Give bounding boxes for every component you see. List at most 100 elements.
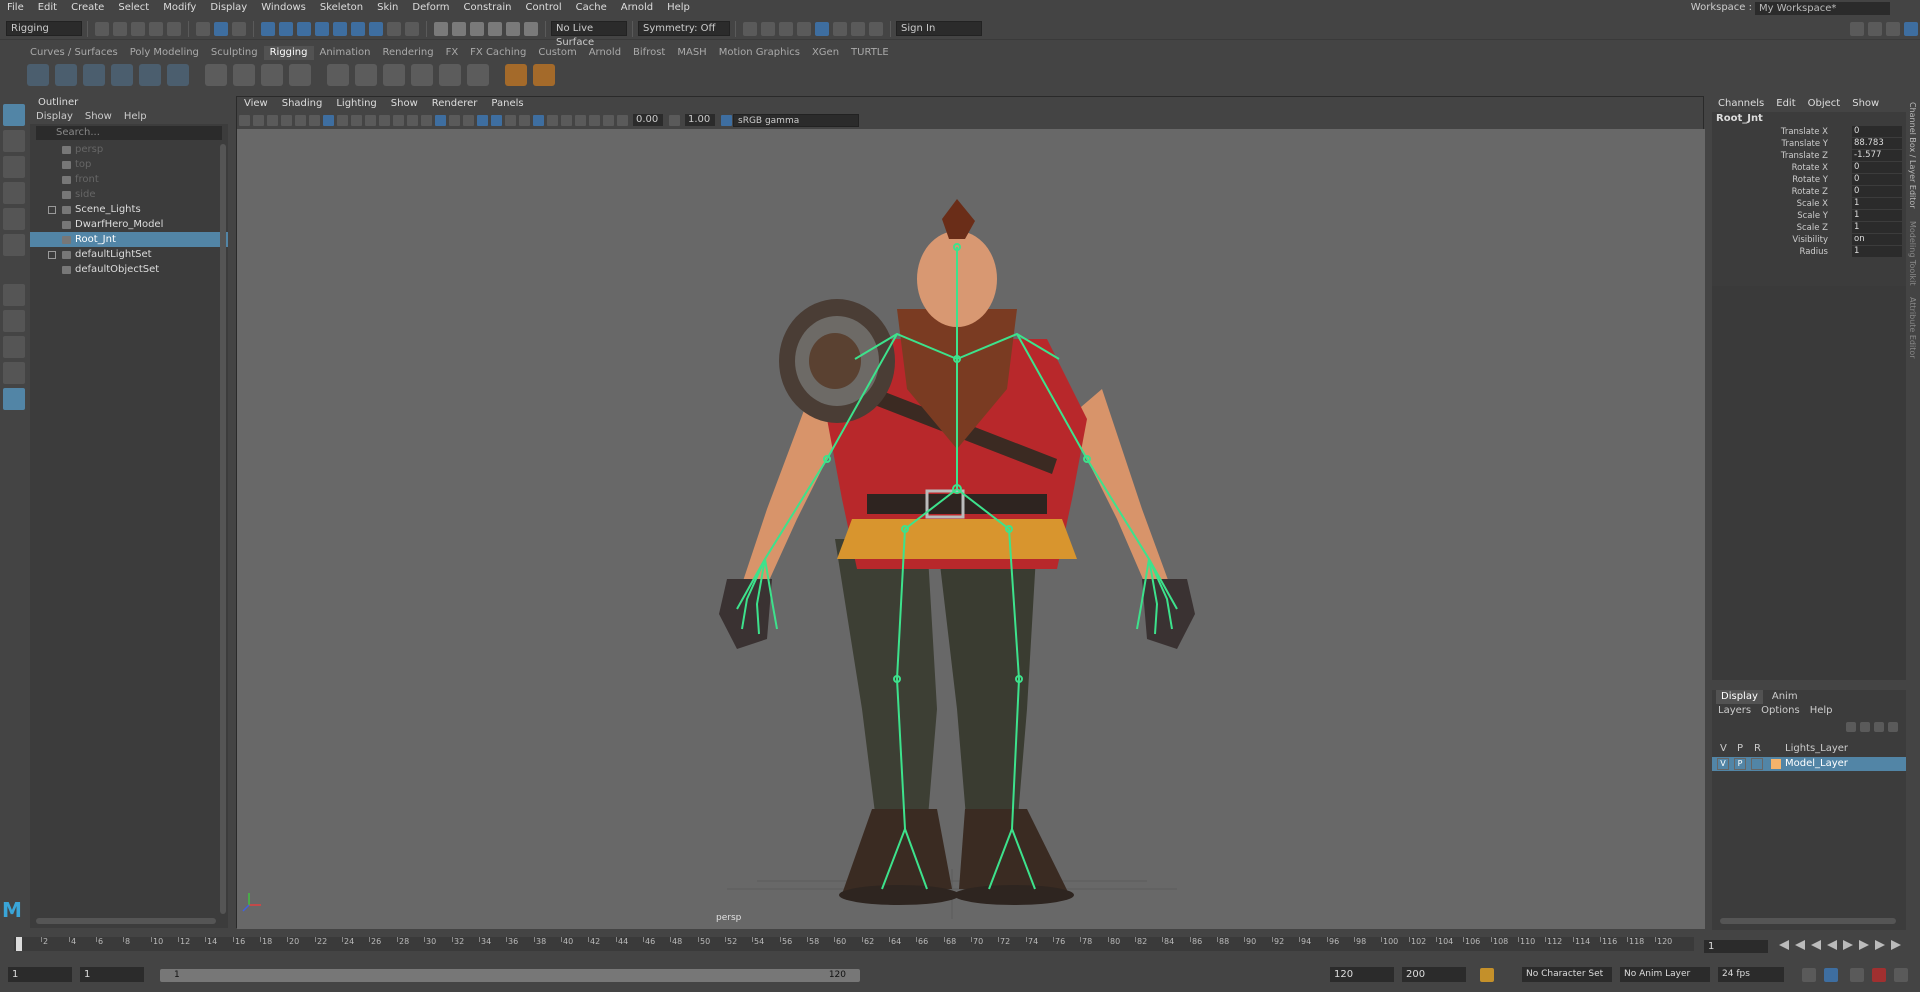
image-plane-icon[interactable]	[280, 114, 292, 126]
textured-icon[interactable]	[476, 114, 488, 126]
last-tool-icon[interactable]	[3, 284, 25, 306]
shelf-tab-turtle[interactable]: TURTLE	[845, 46, 895, 60]
outliner-item-persp[interactable]: persp	[30, 142, 228, 157]
cluster-icon[interactable]	[233, 64, 255, 86]
rotate-tool-icon[interactable]	[3, 208, 25, 230]
viewport-menu-shading[interactable]: Shading	[275, 97, 330, 111]
channel-row-visibility[interactable]: Visibility on	[1712, 234, 1906, 246]
tab-anim-layers[interactable]: Anim	[1767, 690, 1803, 704]
menu-cache[interactable]: Cache	[569, 0, 614, 16]
help-menu[interactable]: Help	[1810, 704, 1833, 718]
smooth-shade-icon[interactable]	[434, 114, 446, 126]
channel-row-scale-y[interactable]: Scale Y 1	[1712, 210, 1906, 222]
menu-file[interactable]: File	[0, 0, 31, 16]
gamma-field[interactable]: 1.00	[685, 114, 715, 126]
channel-row-radius[interactable]: Radius 1	[1712, 246, 1906, 258]
time-slider-track[interactable]: 2 4 6 8 10 12 14 16 18 20 22 24 26 28 30 32 34 36 38 40 42 44…	[14, 937, 1694, 951]
menu-skin[interactable]: Skin	[370, 0, 405, 16]
expand-icon[interactable]	[48, 206, 56, 214]
channel-row-rotate-x[interactable]: Rotate X 0	[1712, 162, 1906, 174]
render-view-icon[interactable]	[833, 21, 847, 36]
layer-name[interactable]: Lights_Layer	[1785, 742, 1848, 756]
camera-attributes-icon[interactable]	[252, 114, 264, 126]
xray-icon[interactable]	[546, 114, 558, 126]
channels-menu[interactable]: Channels	[1718, 96, 1764, 112]
gate-mask-icon[interactable]	[364, 114, 376, 126]
viewport-menu-lighting[interactable]: Lighting	[329, 97, 383, 111]
channel-box-icon[interactable]	[1904, 21, 1918, 36]
mask-deformers-icon[interactable]	[333, 21, 347, 36]
new-scene-icon[interactable]	[95, 21, 109, 36]
mask-curves-icon[interactable]	[297, 21, 311, 36]
bind-skin-icon[interactable]	[261, 64, 283, 86]
cache-icon[interactable]	[1872, 968, 1886, 982]
snap-view-plane-icon[interactable]	[488, 21, 502, 36]
playback-start-field[interactable]: 1	[80, 967, 144, 982]
outliner-search-input[interactable]: Search...	[36, 126, 222, 140]
viewport-menu-panels[interactable]: Panels	[484, 97, 530, 111]
sign-in-dropdown[interactable]: Sign In	[896, 21, 982, 36]
modeling-toolkit-icon[interactable]	[1850, 21, 1864, 36]
animation-end-field[interactable]: 200	[1402, 967, 1466, 982]
outliner-menu-help[interactable]: Help	[124, 110, 147, 124]
single-perspective-layout-icon[interactable]	[3, 310, 25, 332]
safe-action-icon[interactable]	[392, 114, 404, 126]
resolution-gate-icon[interactable]	[350, 114, 362, 126]
menu-select[interactable]: Select	[111, 0, 156, 16]
redo-icon[interactable]	[167, 21, 181, 36]
wireframe-icon[interactable]	[420, 114, 432, 126]
highlight-selection-icon[interactable]	[405, 21, 419, 36]
shelf-tab-curves-surfaces[interactable]: Curves / Surfaces	[24, 46, 124, 60]
shelf-tab-fx-caching[interactable]: FX Caching	[464, 46, 532, 60]
outliner-item-side[interactable]: side	[30, 187, 228, 202]
hypershade-icon[interactable]	[815, 21, 829, 36]
snap-point-icon[interactable]	[470, 21, 484, 36]
shelf-tab-rigging[interactable]: Rigging	[263, 46, 314, 60]
construction-history-icon[interactable]	[743, 21, 757, 36]
mask-dynamics-icon[interactable]	[351, 21, 365, 36]
attribute-editor-icon[interactable]	[1868, 21, 1882, 36]
outliner-menu-show[interactable]: Show	[85, 110, 112, 124]
channel-row-translate-x[interactable]: Translate X 0	[1712, 126, 1906, 138]
channel-value[interactable]: 0	[1852, 186, 1902, 197]
new-layer-icon[interactable]	[1874, 722, 1884, 732]
open-scene-icon[interactable]	[113, 21, 127, 36]
layer-visibility-toggle[interactable]: V	[1717, 758, 1729, 770]
animation-start-field[interactable]: 1	[8, 967, 72, 982]
pole-vector-icon[interactable]	[467, 64, 489, 86]
shelf-tab-fx[interactable]: FX	[440, 46, 465, 60]
attribute-editor-side-tab[interactable]: Attribute Editor	[1906, 291, 1919, 365]
scale-tool-icon[interactable]	[3, 234, 25, 256]
channel-value[interactable]: 0	[1852, 174, 1902, 185]
channel-box-side-tab[interactable]: Channel Box / Layer Editor	[1906, 96, 1919, 215]
menu-modify[interactable]: Modify	[156, 0, 203, 16]
snap-surface-icon[interactable]	[506, 21, 520, 36]
shelf-tab-xgen[interactable]: XGen	[806, 46, 845, 60]
snap-vertex-icon[interactable]	[524, 21, 538, 36]
view-transform-dropdown[interactable]: sRGB gamma	[733, 113, 859, 127]
symmetry-dropdown[interactable]: Symmetry: Off	[638, 21, 730, 36]
channel-row-rotate-z[interactable]: Rotate Z 0	[1712, 186, 1906, 198]
snap-grid-icon[interactable]	[434, 21, 448, 36]
layer-row-model[interactable]: V P Model_Layer	[1712, 757, 1906, 771]
step-back-frame-icon[interactable]	[1811, 940, 1821, 950]
ik-handle-icon[interactable]	[55, 64, 77, 86]
current-time-marker[interactable]	[16, 937, 22, 951]
workspace-select[interactable]: My Workspace*	[1755, 2, 1890, 15]
shelf-tab-arnold[interactable]: Arnold	[583, 46, 627, 60]
shelf-tab-custom[interactable]: Custom	[532, 46, 582, 60]
arnold-render-icon[interactable]	[851, 21, 865, 36]
two-d-pan-icon[interactable]	[294, 114, 306, 126]
gamma-icon[interactable]	[668, 114, 680, 126]
default-material-icon[interactable]	[448, 114, 460, 126]
anti-aliasing-icon[interactable]	[588, 114, 600, 126]
fps-dropdown[interactable]: 24 fps	[1718, 967, 1784, 982]
scale-constraint-icon[interactable]	[439, 64, 461, 86]
lasso-tool-icon[interactable]	[3, 130, 25, 152]
preferences-icon[interactable]	[1894, 968, 1908, 982]
object-menu[interactable]: Object	[1808, 96, 1841, 112]
outliner-item-root-jnt[interactable]: Root_Jnt	[30, 232, 228, 247]
menu-skeleton[interactable]: Skeleton	[313, 0, 370, 16]
move-tool-icon[interactable]	[3, 182, 25, 204]
layer-color-swatch[interactable]	[1771, 759, 1781, 769]
